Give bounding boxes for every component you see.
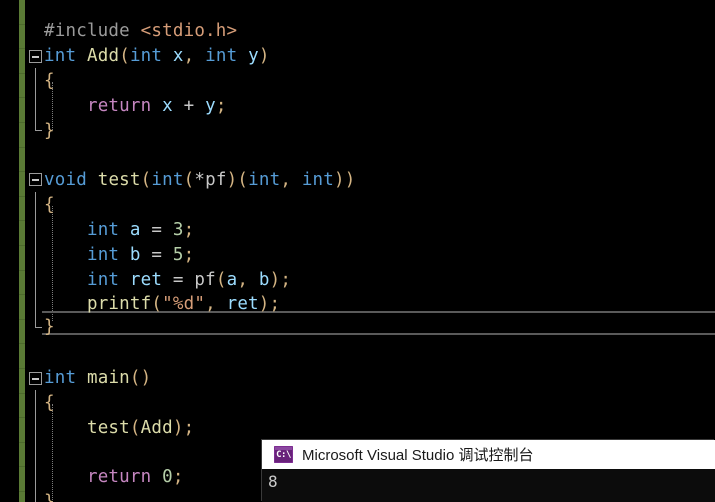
code-line[interactable]: { (0, 391, 715, 416)
code-line[interactable]: } (0, 119, 715, 144)
code-line[interactable] (0, 144, 715, 169)
code-line[interactable]: int b = 5; (0, 243, 715, 268)
console-window-icon: C:\ (274, 446, 293, 463)
code-line[interactable]: #include <stdio.h> (0, 19, 715, 44)
console-icon-prompt-glyph: C:\ (274, 450, 293, 461)
code-line[interactable]: void test(int(*pf)(int, int)) (0, 168, 715, 193)
code-line[interactable]: test(Add); (0, 416, 715, 441)
token-header-string: <stdio.h> (141, 21, 238, 41)
console-title: Microsoft Visual Studio 调试控制台 (302, 444, 533, 465)
code-line[interactable]: } (0, 315, 715, 340)
code-line[interactable]: { (0, 69, 715, 94)
console-output-line-clipped (268, 492, 715, 499)
code-line[interactable]: return x + y; (0, 94, 715, 119)
debug-console-window[interactable]: C:\ Microsoft Visual Studio 调试控制台 8 (262, 440, 715, 502)
code-line[interactable]: printf("%d", ret); (0, 292, 715, 317)
token-preprocessor: #include (44, 21, 130, 41)
console-titlebar[interactable]: C:\ Microsoft Visual Studio 调试控制台 (262, 440, 715, 469)
code-line[interactable]: int main() (0, 366, 715, 391)
console-output-line: 8 (268, 471, 715, 492)
code-line[interactable]: int ret = pf(a, b); (0, 268, 715, 293)
code-line[interactable] (0, 341, 715, 366)
code-line[interactable]: int Add(int x, int y) (0, 44, 715, 69)
code-line[interactable]: { (0, 193, 715, 218)
console-output-area[interactable]: 8 (262, 469, 715, 502)
code-line[interactable]: int a = 3; (0, 218, 715, 243)
code-editor[interactable]: #include <stdio.h> int Add(int x, int y)… (0, 0, 715, 502)
code-surface[interactable]: #include <stdio.h> int Add(int x, int y)… (0, 0, 715, 502)
